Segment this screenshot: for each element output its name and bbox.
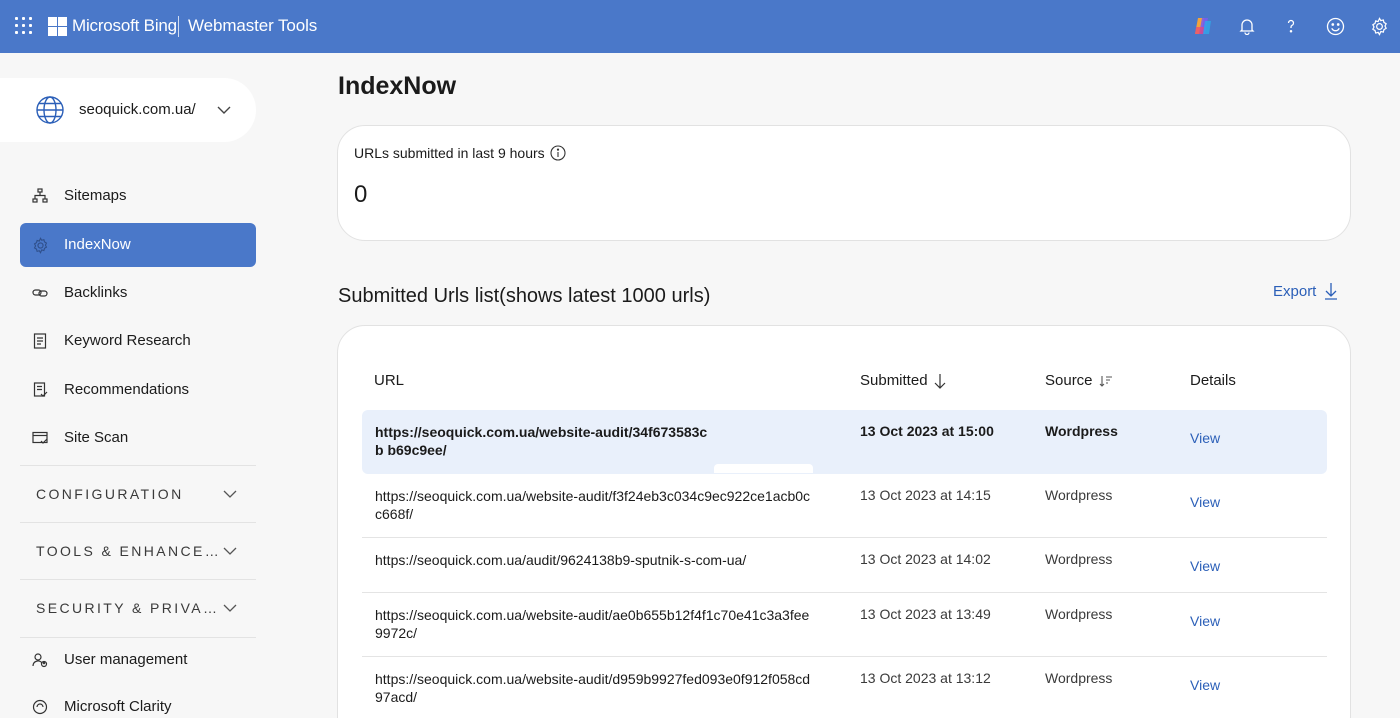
page-title: IndexNow bbox=[338, 72, 457, 100]
group-label: CONFIGURATION bbox=[36, 486, 184, 502]
sidebar-item-sitemaps[interactable]: Sitemaps bbox=[20, 174, 256, 218]
microsoft-logo bbox=[48, 17, 67, 36]
sidebar-item-label: Keyword Research bbox=[64, 332, 191, 349]
scan-icon bbox=[31, 429, 49, 447]
chevron-down-icon[interactable] bbox=[222, 487, 238, 506]
column-header-label: Submitted bbox=[860, 372, 928, 389]
sidebar-item-label: Recommendations bbox=[64, 381, 190, 398]
sort-options-icon bbox=[1099, 375, 1112, 387]
group-security-privacy[interactable]: SECURITY & PRIVA… bbox=[20, 579, 256, 631]
group-tools-enhancements[interactable]: TOOLS & ENHANCE… bbox=[20, 522, 256, 574]
sidebar-item-label: Microsoft Clarity bbox=[64, 698, 172, 715]
submitted-urls-table: URL Submitted Source Details https://seo… bbox=[337, 325, 1351, 718]
stat-label-wrap: URLs submitted in last 9 hours bbox=[354, 145, 566, 161]
table-row[interactable]: https://seoquick.com.ua/audit/9624138b9-… bbox=[362, 538, 1327, 593]
top-bar: Microsoft Bing Webmaster Tools bbox=[0, 0, 1400, 53]
sidebar-item-label: IndexNow bbox=[64, 236, 131, 253]
table-row[interactable]: https://seoquick.com.ua/website-audit/ae… bbox=[362, 593, 1327, 657]
url-cell: https://seoquick.com.ua/website-audit/ae… bbox=[375, 607, 810, 641]
sidebar-item-label: Backlinks bbox=[64, 284, 128, 301]
source-cell: Wordpress bbox=[1045, 670, 1113, 686]
submitted-cell: 13 Oct 2023 at 14:15 bbox=[860, 487, 991, 503]
group-label: TOOLS & ENHANCE… bbox=[36, 543, 222, 559]
source-cell: Wordpress bbox=[1045, 487, 1113, 503]
chevron-down-icon[interactable] bbox=[222, 544, 238, 563]
submitted-cell: 13 Oct 2023 at 14:02 bbox=[860, 551, 991, 567]
sidebar: seoquick.com.ua/ Sitemaps IndexNow Backl… bbox=[0, 53, 272, 718]
sidebar-item-label: User management bbox=[64, 651, 188, 668]
globe-icon bbox=[35, 95, 65, 130]
brand-name[interactable]: Microsoft Bing bbox=[72, 16, 177, 36]
column-header-label: URL bbox=[374, 372, 405, 389]
sidebar-item-site-scan[interactable]: Site Scan bbox=[20, 416, 256, 460]
sidebar-item-label: Site Scan bbox=[64, 429, 129, 446]
sidebar-item-user-management[interactable]: User management bbox=[20, 637, 256, 681]
stat-card: URLs submitted in last 9 hours 0 bbox=[337, 125, 1351, 241]
submitted-cell: 13 Oct 2023 at 13:49 bbox=[860, 606, 991, 622]
source-cell: Wordpress bbox=[1045, 551, 1113, 567]
submitted-cell: 13 Oct 2023 at 13:12 bbox=[860, 670, 991, 686]
column-header-label: Source bbox=[1045, 372, 1093, 389]
feedback-smiley-icon[interactable] bbox=[1324, 15, 1346, 37]
chevron-down-icon[interactable] bbox=[216, 102, 232, 123]
sidebar-item-indexnow[interactable]: IndexNow bbox=[20, 223, 256, 267]
export-button[interactable]: Export bbox=[1273, 282, 1338, 300]
stat-value: 0 bbox=[354, 181, 368, 208]
site-name: seoquick.com.ua/ bbox=[79, 101, 196, 118]
table-row[interactable]: https://seoquick.com.ua/website-audit/f3… bbox=[362, 474, 1327, 538]
view-link[interactable]: View bbox=[1190, 494, 1220, 510]
document-icon bbox=[31, 332, 49, 350]
table-row[interactable]: https://seoquick.com.ua/website-audit/34… bbox=[362, 410, 1327, 474]
export-label: Export bbox=[1273, 282, 1317, 300]
table-row[interactable]: https://seoquick.com.ua/website-audit/d9… bbox=[362, 657, 1327, 718]
submitted-cell: 13 Oct 2023 at 15:00 bbox=[860, 423, 994, 439]
group-label: SECURITY & PRIVA… bbox=[36, 600, 220, 616]
url-cell: https://seoquick.com.ua/audit/9624138b9-… bbox=[375, 552, 747, 568]
checklist-icon bbox=[31, 381, 49, 399]
view-link[interactable]: View bbox=[1190, 677, 1220, 693]
column-header-submitted[interactable]: Submitted bbox=[860, 372, 946, 389]
url-cell: https://seoquick.com.ua/website-audit/d9… bbox=[375, 671, 811, 705]
selection-notch bbox=[714, 464, 813, 473]
site-selector[interactable]: seoquick.com.ua/ bbox=[0, 78, 256, 142]
sort-descending-icon bbox=[934, 373, 945, 389]
chevron-down-icon[interactable] bbox=[222, 601, 238, 620]
download-arrow-icon bbox=[1325, 283, 1338, 300]
apps-waffle-icon[interactable] bbox=[15, 17, 32, 34]
copilot-icon[interactable] bbox=[1192, 15, 1214, 37]
url-cell: https://seoquick.com.ua/website-audit/f3… bbox=[375, 488, 811, 522]
url-cell: https://seoquick.com.ua/website-audit/34… bbox=[375, 424, 708, 458]
column-header-label: Details bbox=[1190, 372, 1236, 389]
sidebar-item-keyword-research[interactable]: Keyword Research bbox=[20, 319, 256, 363]
column-header-url[interactable]: URL bbox=[374, 372, 404, 389]
stat-label: URLs submitted in last 9 hours bbox=[354, 145, 545, 161]
sitemap-icon bbox=[31, 187, 49, 205]
settings-gear-icon[interactable] bbox=[1368, 15, 1390, 37]
sidebar-item-backlinks[interactable]: Backlinks bbox=[20, 271, 256, 315]
source-cell: Wordpress bbox=[1045, 423, 1118, 439]
product-name[interactable]: Webmaster Tools bbox=[188, 16, 317, 36]
clarity-icon bbox=[31, 698, 49, 716]
user-management-icon bbox=[31, 651, 49, 669]
sidebar-item-recommendations[interactable]: Recommendations bbox=[20, 368, 256, 412]
gear-icon bbox=[31, 236, 49, 254]
sidebar-item-microsoft-clarity[interactable]: Microsoft Clarity bbox=[20, 685, 256, 718]
source-cell: Wordpress bbox=[1045, 606, 1113, 622]
notifications-bell-icon[interactable] bbox=[1236, 15, 1258, 37]
column-header-details: Details bbox=[1190, 372, 1236, 389]
info-icon[interactable] bbox=[550, 145, 566, 161]
sidebar-item-label: Sitemaps bbox=[64, 187, 127, 204]
view-link[interactable]: View bbox=[1190, 558, 1220, 574]
group-configuration[interactable]: CONFIGURATION bbox=[20, 465, 256, 517]
brand-divider bbox=[178, 16, 179, 37]
link-icon bbox=[31, 284, 49, 302]
view-link[interactable]: View bbox=[1190, 430, 1220, 446]
help-icon[interactable] bbox=[1280, 15, 1302, 37]
view-link[interactable]: View bbox=[1190, 613, 1220, 629]
list-title: Submitted Urls list(shows latest 1000 ur… bbox=[338, 285, 711, 307]
column-header-source[interactable]: Source bbox=[1045, 372, 1113, 389]
